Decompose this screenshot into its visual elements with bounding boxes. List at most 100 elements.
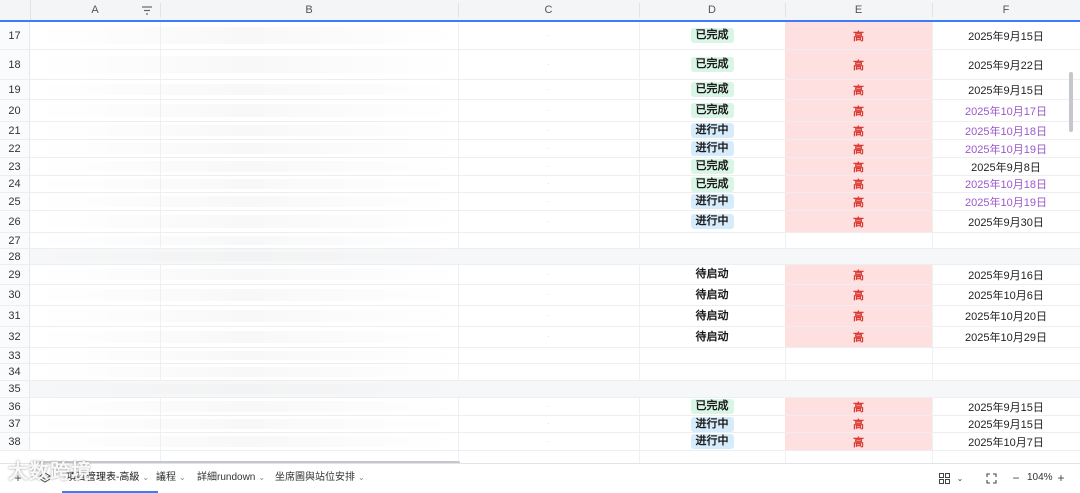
- cell-c[interactable]: ·: [458, 327, 639, 347]
- priority-cell[interactable]: 高: [785, 176, 932, 192]
- cell-c[interactable]: ·: [458, 50, 639, 79]
- status-cell[interactable]: [639, 364, 785, 380]
- row-number[interactable]: 32: [0, 327, 30, 347]
- sheet-tab-seating[interactable]: 坐席圖與站位安排 ⌄: [271, 464, 369, 491]
- cell-c[interactable]: ·: [458, 80, 639, 99]
- column-header-c[interactable]: C: [458, 0, 639, 20]
- priority-cell[interactable]: 高: [785, 416, 932, 432]
- column-header-b[interactable]: B: [160, 0, 458, 20]
- status-cell[interactable]: 已完成: [639, 158, 785, 175]
- row-number[interactable]: 29: [0, 265, 30, 284]
- cell-c[interactable]: ·: [458, 193, 639, 210]
- priority-cell[interactable]: 高: [785, 327, 932, 347]
- column-header-d[interactable]: D: [639, 0, 785, 20]
- date-cell[interactable]: [932, 249, 1080, 264]
- priority-cell[interactable]: 高: [785, 122, 932, 139]
- cell-c[interactable]: ·: [458, 211, 639, 232]
- row-number[interactable]: 23: [0, 158, 30, 175]
- cell-c[interactable]: ·: [458, 22, 639, 49]
- cell-c[interactable]: ·: [458, 176, 639, 192]
- status-cell[interactable]: 进行中: [639, 140, 785, 157]
- date-cell[interactable]: 2025年10月19日: [932, 140, 1080, 157]
- priority-cell[interactable]: 高: [785, 211, 932, 232]
- row-number[interactable]: 35: [0, 381, 30, 397]
- filter-icon[interactable]: [141, 5, 153, 16]
- priority-cell[interactable]: 高: [785, 398, 932, 415]
- row-number[interactable]: 33: [0, 348, 30, 363]
- row-number[interactable]: 28: [0, 249, 30, 264]
- status-cell[interactable]: 进行中: [639, 122, 785, 139]
- cell-c[interactable]: ·: [458, 265, 639, 284]
- status-cell[interactable]: [639, 249, 785, 264]
- row-number[interactable]: 24: [0, 176, 30, 192]
- date-cell[interactable]: 2025年10月17日: [932, 100, 1080, 121]
- grid-view-icon[interactable]: [936, 470, 952, 486]
- cell-c[interactable]: ·: [458, 100, 639, 121]
- date-cell[interactable]: 2025年9月8日: [932, 158, 1080, 175]
- status-cell[interactable]: [639, 381, 785, 397]
- row-number[interactable]: 27: [0, 233, 30, 248]
- status-cell[interactable]: 已完成: [639, 398, 785, 415]
- priority-cell[interactable]: 高: [785, 193, 932, 210]
- priority-cell[interactable]: [785, 233, 932, 248]
- row-number[interactable]: 22: [0, 140, 30, 157]
- status-cell[interactable]: 已完成: [639, 80, 785, 99]
- row-number[interactable]: 34: [0, 364, 30, 380]
- priority-cell[interactable]: 高: [785, 80, 932, 99]
- status-cell[interactable]: [639, 233, 785, 248]
- row-number[interactable]: 30: [0, 285, 30, 305]
- priority-cell[interactable]: 高: [785, 285, 932, 305]
- cell-c[interactable]: ·: [458, 122, 639, 139]
- row-number[interactable]: 37: [0, 416, 30, 432]
- priority-cell[interactable]: [785, 249, 932, 264]
- date-cell[interactable]: 2025年10月29日: [932, 327, 1080, 347]
- date-cell[interactable]: 2025年10月6日: [932, 285, 1080, 305]
- status-cell[interactable]: 进行中: [639, 211, 785, 232]
- row-number[interactable]: 36: [0, 398, 30, 415]
- status-cell[interactable]: 待启动: [639, 327, 785, 347]
- cell-c[interactable]: ·: [458, 433, 639, 450]
- date-cell[interactable]: 2025年10月7日: [932, 433, 1080, 450]
- row-number[interactable]: 25: [0, 193, 30, 210]
- date-cell[interactable]: 2025年9月15日: [932, 398, 1080, 415]
- status-cell[interactable]: 进行中: [639, 433, 785, 450]
- row-number[interactable]: 20: [0, 100, 30, 121]
- status-cell[interactable]: 已完成: [639, 22, 785, 49]
- row-number[interactable]: 17: [0, 22, 30, 49]
- date-cell[interactable]: [932, 381, 1080, 397]
- priority-cell[interactable]: 高: [785, 22, 932, 49]
- select-all-corner[interactable]: [0, 0, 31, 20]
- priority-cell[interactable]: [785, 364, 932, 380]
- date-cell[interactable]: 2025年10月20日: [932, 306, 1080, 326]
- status-cell[interactable]: 已完成: [639, 50, 785, 79]
- cell-c[interactable]: ·: [458, 306, 639, 326]
- priority-cell[interactable]: 高: [785, 140, 932, 157]
- priority-cell[interactable]: 高: [785, 158, 932, 175]
- date-cell[interactable]: 2025年9月30日: [932, 211, 1080, 232]
- cell-c[interactable]: ·: [458, 285, 639, 305]
- status-cell[interactable]: 待启动: [639, 285, 785, 305]
- row-number[interactable]: 21: [0, 122, 30, 139]
- priority-cell[interactable]: 高: [785, 306, 932, 326]
- date-cell[interactable]: 2025年9月22日: [932, 50, 1080, 79]
- row-number[interactable]: 31: [0, 306, 30, 326]
- status-cell[interactable]: 进行中: [639, 193, 785, 210]
- priority-cell[interactable]: 高: [785, 433, 932, 450]
- chevron-down-icon[interactable]: ⌄: [952, 470, 968, 486]
- date-cell[interactable]: 2025年10月19日: [932, 193, 1080, 210]
- priority-cell[interactable]: [785, 381, 932, 397]
- status-cell[interactable]: 已完成: [639, 100, 785, 121]
- date-cell[interactable]: [932, 233, 1080, 248]
- date-cell[interactable]: [932, 348, 1080, 363]
- fullscreen-icon[interactable]: [983, 470, 999, 486]
- zoom-in-icon[interactable]: +: [1053, 470, 1069, 486]
- date-cell[interactable]: 2025年10月18日: [932, 176, 1080, 192]
- date-cell[interactable]: 2025年9月15日: [932, 22, 1080, 49]
- status-cell[interactable]: [639, 348, 785, 363]
- cell-c[interactable]: ·: [458, 416, 639, 432]
- row-number[interactable]: 38: [0, 433, 30, 450]
- vertical-scrollbar[interactable]: [1069, 72, 1073, 132]
- date-cell[interactable]: 2025年9月15日: [932, 80, 1080, 99]
- status-cell[interactable]: 待启动: [639, 306, 785, 326]
- priority-cell[interactable]: 高: [785, 50, 932, 79]
